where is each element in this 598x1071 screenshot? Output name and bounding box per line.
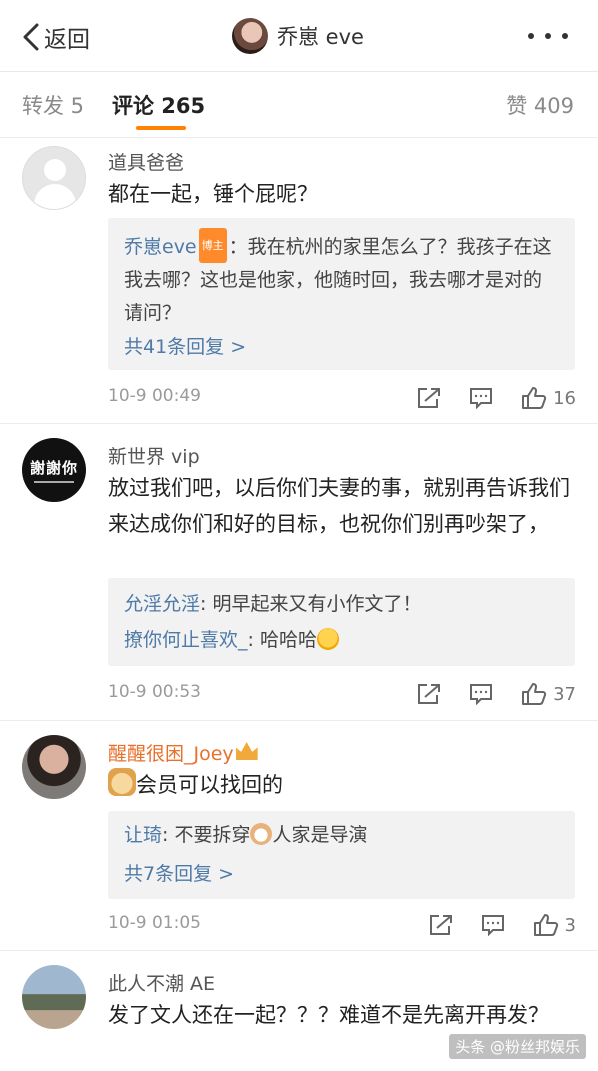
avatar-text: 謝謝你 (29, 459, 78, 477)
like-button[interactable]: 37 (521, 682, 576, 706)
reply-author[interactable]: 允淫允淫 (124, 593, 200, 615)
back-button[interactable]: 返回 (22, 20, 90, 54)
chevron-left-icon (23, 23, 39, 51)
reply-text: 乔崽eve 博主 ：我在杭州的家里怎么了？我孩子在这我去哪？这也是他家，他随时回，我… (124, 228, 559, 330)
share-button[interactable] (429, 914, 453, 936)
reply-button[interactable] (469, 683, 493, 705)
reply-content: : 不要拆穿 (162, 824, 251, 846)
comment-time: 10-9 01:05 (108, 913, 201, 933)
share-icon (418, 388, 441, 408)
avatar[interactable] (22, 965, 86, 1029)
dot-icon (562, 33, 568, 39)
comment-meta: 10-9 00:53 37 (108, 680, 576, 708)
comment-actions: 37 (417, 680, 576, 708)
reply-author[interactable]: 让琦 (124, 824, 162, 846)
avatar-decoration (34, 481, 74, 483)
avatar[interactable] (22, 146, 86, 210)
commenter-name-text[interactable]: 醒醒很困_Joey (108, 743, 234, 765)
crown-icon (235, 742, 258, 760)
tab-bar: 转发 5 评论 265 赞 409 (0, 72, 598, 138)
comment-meta: 10-9 00:49 16 (108, 384, 576, 412)
comment-icon (470, 684, 493, 705)
reply-line: 让琦: 不要拆穿 人家是导演 (124, 819, 367, 851)
comment-text: 放过我们吧，以后你们夫妻的事，就别再告诉我们来达成你们和好的目标，也祝你们别再吵… (108, 476, 570, 536)
reply-button[interactable] (481, 914, 505, 936)
comment-text: 都在一起，锤个屁呢？ (108, 182, 318, 206)
commenter-name[interactable]: 新世界 vip (108, 442, 200, 469)
comment-actions: 16 (417, 384, 576, 412)
tab-repost[interactable]: 转发 5 (22, 90, 84, 120)
back-label: 返回 (44, 27, 90, 53)
avatar[interactable]: 謝謝你 (22, 438, 86, 502)
top-bar: 返回 乔崽 eve (0, 0, 598, 72)
share-icon (418, 684, 441, 704)
more-replies-link[interactable]: 共41条回复 > (124, 332, 246, 359)
watermark: 头条 @粉丝邦娱乐 (449, 1034, 586, 1059)
avatar[interactable] (232, 18, 268, 54)
tab-likes[interactable]: 赞 409 (506, 90, 574, 120)
comment-time: 10-9 00:49 (108, 386, 201, 406)
thumbs-up-icon (522, 683, 547, 705)
reply-content: : 哈哈哈 (247, 629, 317, 651)
comment-text-content: 会员可以找回的 (136, 773, 283, 797)
more-options-icon[interactable] (528, 28, 568, 44)
comment-item: 醒醒很困_Joey 会员可以找回的 让琦: 不要拆穿 人家是导演 共7条回复 > … (0, 721, 598, 951)
active-tab-indicator (136, 126, 186, 130)
like-count: 37 (553, 683, 576, 705)
share-icon (429, 915, 452, 935)
reply-content: : 明早起来又有小作文了！ (200, 593, 422, 615)
dot-icon (545, 33, 551, 39)
dot-icon (528, 33, 534, 39)
share-button[interactable] (417, 683, 441, 705)
post-author[interactable]: 乔崽 eve (232, 16, 364, 56)
like-count: 3 (564, 914, 576, 936)
comment-icon (470, 388, 493, 409)
reply-line: 撩你何止喜欢_: 哈哈哈 (124, 624, 339, 656)
doge-emoji-icon (108, 768, 136, 796)
reply-preview[interactable]: 乔崽eve 博主 ：我在杭州的家里怎么了？我孩子在这我去哪？这也是他家，他随时回，我… (108, 218, 575, 370)
comment-icon (481, 915, 504, 936)
reply-preview[interactable]: 让琦: 不要拆穿 人家是导演 共7条回复 > (108, 811, 575, 899)
commenter-name[interactable]: 此人不潮 AE (108, 969, 215, 996)
tab-comments[interactable]: 评论 265 (112, 90, 205, 120)
avatar[interactable] (22, 735, 86, 799)
commenter-name[interactable]: 醒醒很困_Joey (108, 739, 258, 766)
like-count: 16 (553, 387, 576, 409)
thumbs-up-icon (522, 387, 547, 409)
reply-line: 允淫允淫: 明早起来又有小作文了！ (124, 588, 421, 620)
like-button[interactable]: 16 (521, 386, 576, 410)
reply-author[interactable]: 撩你何止喜欢_ (124, 629, 248, 651)
laugh-emoji-icon (316, 628, 339, 650)
like-button[interactable]: 3 (533, 913, 576, 937)
comment-actions: 3 (429, 911, 576, 939)
commenter-name[interactable]: 道具爸爸 (108, 148, 184, 175)
comment-item: 謝謝你 新世界 vip 放过我们吧，以后你们夫妻的事，就别再告诉我们来达成你们和… (0, 424, 598, 720)
reply-preview[interactable]: 允淫允淫: 明早起来又有小作文了！ 撩你何止喜欢_: 哈哈哈 (108, 578, 575, 666)
author-badge: 博主 (198, 228, 227, 263)
thumbs-up-icon (533, 914, 558, 936)
comment-text: 会员可以找回的 (108, 767, 578, 803)
cat-emoji-icon (250, 823, 273, 845)
comment-meta: 10-9 01:05 3 (108, 911, 576, 939)
comment-item: 道具爸爸 都在一起，锤个屁呢？ 乔崽eve 博主 ：我在杭州的家里怎么了？我孩子在这… (0, 138, 598, 424)
author-name[interactable]: 乔崽 eve (277, 21, 364, 51)
share-button[interactable] (417, 387, 441, 409)
comment-text: 发了文人还在一起？？？难道不是先离开再发？ (108, 1003, 549, 1027)
more-replies-link[interactable]: 共7条回复 > (124, 859, 234, 886)
reply-button[interactable] (469, 387, 493, 409)
reply-content-end: 人家是导演 (272, 824, 368, 846)
comment-time: 10-9 00:53 (108, 682, 201, 702)
reply-author[interactable]: 乔崽eve (124, 236, 197, 258)
